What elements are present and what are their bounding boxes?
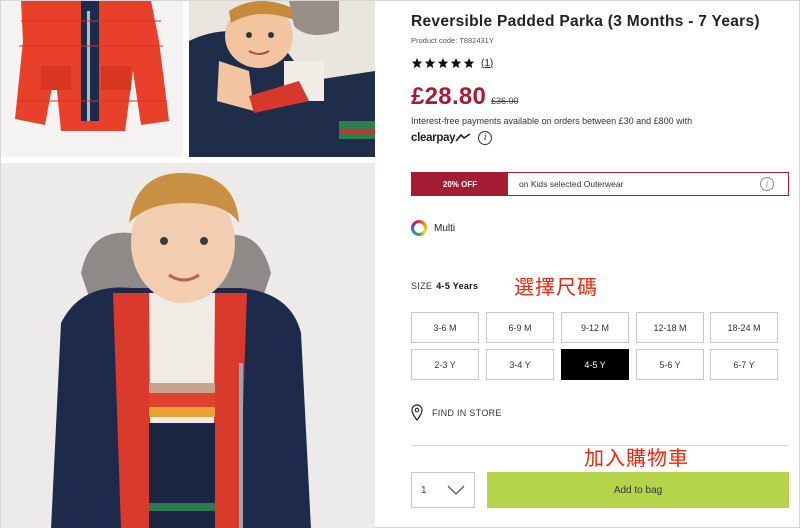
add-to-bag-button[interactable]: Add to bag: [487, 472, 789, 508]
size-option[interactable]: 12-18 M: [636, 312, 704, 343]
clearpay-row: clearpay i: [411, 131, 493, 145]
size-option[interactable]: 6-9 M: [486, 312, 554, 343]
size-option-selected[interactable]: 4-5 Y: [561, 349, 629, 380]
review-count-link[interactable]: (1): [481, 58, 493, 69]
quantity-select[interactable]: 1: [411, 472, 475, 508]
product-image-boy-lying[interactable]: [189, 1, 375, 157]
size-option[interactable]: 6-7 Y: [710, 349, 778, 380]
selected-size: 4-5 Years: [436, 281, 479, 291]
multi-colour-swatch-icon[interactable]: [411, 220, 427, 236]
interest-free-text: Interest-free payments available on orde…: [411, 116, 693, 126]
boy-wearing-parka-illustration: [1, 163, 375, 528]
boy-lying-illustration: [189, 1, 375, 157]
promo-info-icon[interactable]: i: [760, 177, 774, 191]
size-option[interactable]: 3-6 M: [411, 312, 479, 343]
was-price: £36.00: [491, 96, 519, 106]
size-option[interactable]: 9-12 M: [561, 312, 629, 343]
annotation-select-size: 選擇尺碼: [514, 275, 598, 299]
product-image-red-parka[interactable]: [1, 1, 183, 157]
chevron-down-icon: [447, 485, 465, 495]
rating[interactable]: (1): [411, 57, 493, 69]
quantity-value: 1: [421, 484, 427, 496]
info-icon[interactable]: i: [478, 131, 493, 145]
product-code: Product code: T882431Y: [411, 36, 494, 45]
find-in-store-label: FIND IN STORE: [432, 408, 502, 418]
star-icon: [450, 58, 462, 68]
star-icon: [411, 58, 423, 68]
size-label: SIZE: [411, 281, 433, 291]
colour-selector[interactable]: Multi: [411, 220, 455, 236]
promo-banner[interactable]: 20% OFF on Kids selected Outerwear i: [411, 172, 789, 196]
find-in-store-link[interactable]: FIND IN STORE: [411, 404, 502, 422]
size-option[interactable]: 3-4 Y: [486, 349, 554, 380]
star-icon: [437, 58, 449, 68]
current-price: £28.80: [411, 83, 487, 110]
size-option[interactable]: 18-24 M: [710, 312, 778, 343]
annotation-add-to-cart: 加入購物車: [584, 446, 689, 470]
red-parka-illustration: [1, 1, 183, 157]
location-pin-icon: [411, 404, 423, 421]
size-option[interactable]: 2-3 Y: [411, 349, 479, 380]
size-option[interactable]: 5-6 Y: [636, 349, 704, 380]
promo-text: on Kids selected Outerwear: [519, 179, 624, 189]
colour-name: Multi: [434, 222, 456, 234]
clearpay-logo: clearpay: [411, 132, 456, 144]
size-label-row: SIZE 4-5 Years: [411, 281, 478, 291]
clearpay-arrows-icon: [455, 133, 471, 142]
divider: [411, 445, 789, 446]
product-gallery: [1, 1, 376, 528]
star-icon: [463, 58, 475, 68]
promo-tag: 20% OFF: [412, 173, 508, 195]
star-icon: [424, 58, 436, 68]
product-title: Reversible Padded Parka (3 Months - 7 Ye…: [411, 13, 760, 30]
product-image-main[interactable]: [1, 163, 375, 528]
